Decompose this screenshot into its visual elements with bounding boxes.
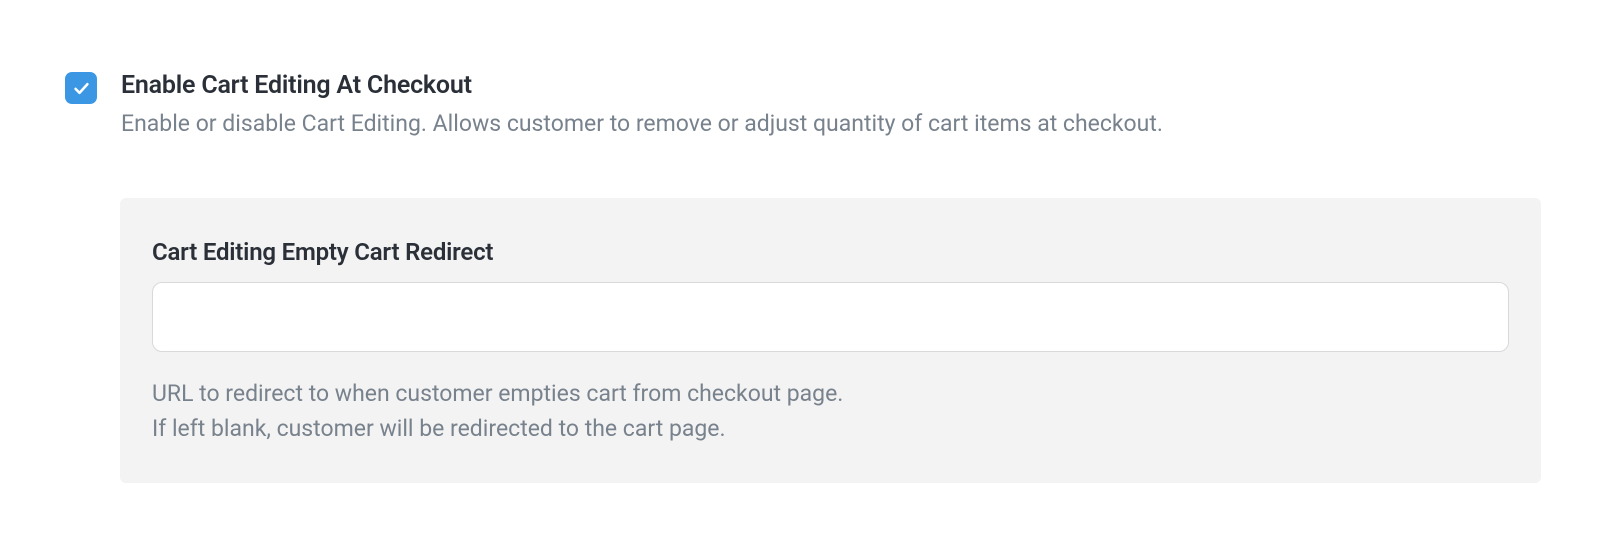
help-line-2: If left blank, customer will be redirect… [152,411,1509,447]
redirect-url-input[interactable] [152,282,1509,352]
setting-title: Enable Cart Editing At Checkout [121,70,1541,103]
enable-cart-editing-checkbox[interactable] [65,72,97,104]
setting-description: Enable or disable Cart Editing. Allows c… [121,107,1541,140]
redirect-help-text: URL to redirect to when customer empties… [152,376,1509,447]
checkbox-wrapper [65,70,97,104]
redirect-label: Cart Editing Empty Cart Redirect [152,238,1509,266]
redirect-panel: Cart Editing Empty Cart Redirect URL to … [120,198,1541,483]
setting-text: Enable Cart Editing At Checkout Enable o… [121,70,1541,140]
setting-row: Enable Cart Editing At Checkout Enable o… [65,70,1541,140]
check-icon [72,79,91,98]
help-line-1: URL to redirect to when customer empties… [152,376,1509,412]
